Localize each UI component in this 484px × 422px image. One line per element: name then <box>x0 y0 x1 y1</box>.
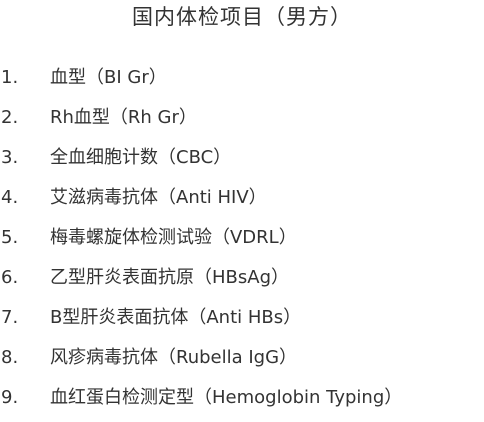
item-number: 8. <box>1 347 19 368</box>
item-number: 2. <box>1 107 19 128</box>
item-text: Rh血型（Rh Gr） <box>50 107 197 128</box>
item-text: 乙型肝炎表面抗原（HBsAg） <box>50 267 289 288</box>
item-number: 4. <box>1 187 19 208</box>
item-number: 7. <box>1 307 19 328</box>
list-item: 2. Rh血型（Rh Gr） <box>0 102 484 142</box>
list-item: 8. 风疹病毒抗体（Rubella IgG） <box>0 342 484 382</box>
item-text: 风疹病毒抗体（Rubella IgG） <box>50 347 298 368</box>
list-item: 6. 乙型肝炎表面抗原（HBsAg） <box>0 262 484 302</box>
item-number: 6. <box>1 267 19 288</box>
list-item: 1. 血型（BI Gr） <box>0 62 484 102</box>
list-item: 5. 梅毒螺旋体检测试验（VDRL） <box>0 222 484 262</box>
item-text: 艾滋病毒抗体（Anti HIV） <box>50 187 267 208</box>
item-text: 血型（BI Gr） <box>50 67 167 88</box>
item-number: 1. <box>1 67 19 88</box>
item-number: 3. <box>1 147 19 168</box>
item-number: 9. <box>1 387 19 408</box>
item-text: B型肝炎表面抗体（Anti HBs） <box>50 307 302 328</box>
item-text: 血红蛋白检测定型（Hemoglobin Typing） <box>50 387 403 408</box>
list-item: 7. B型肝炎表面抗体（Anti HBs） <box>0 302 484 342</box>
page-title: 国内体检项目（男方） <box>132 5 352 29</box>
item-text: 梅毒螺旋体检测试验（VDRL） <box>50 227 297 248</box>
list-item: 9. 血红蛋白检测定型（Hemoglobin Typing） <box>0 382 484 422</box>
list-item: 3. 全血细胞计数（CBC） <box>0 142 484 182</box>
list-item: 4. 艾滋病毒抗体（Anti HIV） <box>0 182 484 222</box>
exam-item-list: 1. 血型（BI Gr） 2. Rh血型（Rh Gr） 3. 全血细胞计数（CB… <box>0 62 484 422</box>
item-number: 5. <box>1 227 19 248</box>
document-page: 国内体检项目（男方） 1. 血型（BI Gr） 2. Rh血型（Rh Gr） 3… <box>0 0 484 414</box>
item-text: 全血细胞计数（CBC） <box>50 147 232 168</box>
